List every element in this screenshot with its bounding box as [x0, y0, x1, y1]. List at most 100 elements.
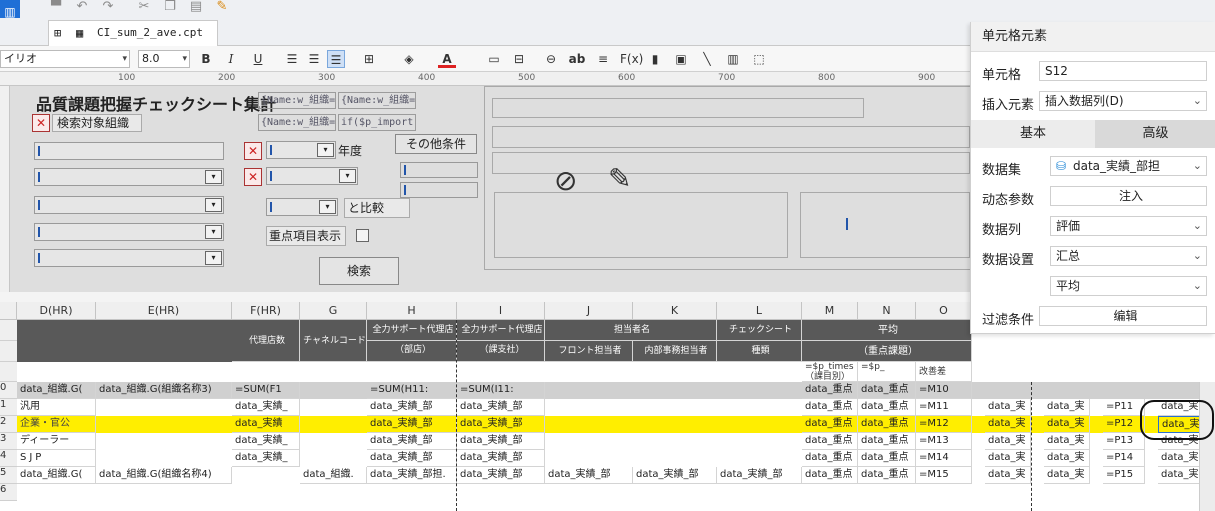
font-color-icon[interactable]: A [438, 50, 456, 68]
table-cell[interactable]: data_実績 [232, 416, 300, 433]
table-cell[interactable]: data_実績_ [232, 399, 300, 416]
header-cell[interactable]: （重点課題） [802, 341, 972, 362]
header-cell[interactable]: チェックシート [717, 320, 802, 341]
table-cell[interactable]: =M10 [916, 382, 972, 399]
edit-filter-button[interactable]: 编辑 [1039, 306, 1207, 326]
table-cell[interactable]: =M15 [916, 467, 972, 484]
table-cell[interactable]: data_重点 [802, 450, 858, 467]
column-header[interactable]: H [367, 302, 457, 320]
table-cell[interactable]: data_実績_部 [367, 399, 457, 416]
table-cell[interactable]: =SUM(F1 [232, 382, 300, 399]
column-header[interactable]: L [717, 302, 802, 320]
header-cell[interactable]: 内部事務担当者 [633, 341, 717, 362]
dataset-select[interactable]: ⛁ data_実績_部担 ⌄ [1050, 156, 1207, 176]
search-button[interactable]: 検索 [319, 257, 399, 285]
table-cell[interactable]: data_重点 [858, 467, 916, 484]
column-header[interactable]: K [633, 302, 717, 320]
table-cell[interactable]: data_組織.G(組織名称3) [96, 382, 232, 399]
other-conditions-button[interactable]: その他条件 [395, 134, 477, 154]
column-header[interactable]: N [858, 302, 916, 320]
table-cell[interactable]: 汎用 [17, 399, 96, 416]
table-cell[interactable]: ディーラー [17, 433, 96, 450]
tab-basic[interactable]: 基本 [971, 120, 1095, 148]
org-text-input[interactable] [34, 142, 224, 160]
undo-icon[interactable]: ↶ [74, 0, 90, 14]
table-cell[interactable]: data_重点 [858, 399, 916, 416]
pencil-icon[interactable]: ✎ [608, 162, 631, 195]
fill-color-icon[interactable]: ◈ [400, 50, 418, 68]
table-cell[interactable]: =M13 [916, 433, 972, 450]
merge-icon[interactable]: ▭ [485, 50, 503, 68]
table-cell[interactable]: data_実績_部 [457, 433, 545, 450]
header-cell[interactable]: （部店） [367, 341, 457, 362]
hidden-field[interactable] [400, 162, 478, 178]
insert-element-select[interactable]: 插入数据列(D) ⌄ [1039, 91, 1207, 111]
table-cell[interactable]: data_実績_部 [457, 416, 545, 433]
row-header[interactable]: 6 [0, 484, 17, 501]
formula-cell[interactable]: {Name:w_組織= [258, 92, 336, 109]
compare-combo[interactable]: ▾ [266, 167, 358, 185]
subreport-icon[interactable]: ▥ [724, 50, 742, 68]
formula-icon[interactable]: F(x) [620, 50, 643, 68]
column-select[interactable]: 評価 ⌄ [1050, 216, 1207, 236]
align-right-icon[interactable]: ☰ [327, 50, 345, 68]
table-cell[interactable]: data_実績_ [232, 450, 300, 467]
frame-icon[interactable]: ⬚ [750, 50, 768, 68]
tab-advanced[interactable]: 高级 [1095, 120, 1215, 148]
row-header[interactable]: 0 [0, 382, 17, 399]
eye-slash-icon[interactable]: ⊘ [554, 164, 577, 197]
save-icon[interactable]: ▀ [48, 0, 64, 14]
table-cell[interactable]: data_組織.G( [17, 467, 96, 484]
bold-button[interactable]: B [197, 50, 215, 68]
table-cell[interactable]: data_重点 [802, 416, 858, 433]
font-size-select[interactable]: 8.0 ▾ [138, 50, 190, 68]
align-center-icon[interactable]: ☰ [305, 50, 323, 68]
column-header[interactable]: J [545, 302, 633, 320]
table-cell[interactable]: =M11 [916, 399, 972, 416]
link-icon[interactable]: ⊖ [542, 50, 560, 68]
row-header[interactable] [0, 320, 17, 341]
aggregate-select[interactable]: 平均 ⌄ [1050, 276, 1207, 296]
table-cell[interactable]: data_組織. [300, 467, 367, 484]
table-cell[interactable]: data_実績_部担. [367, 467, 457, 484]
header-cell[interactable]: フロント担当者 [545, 341, 633, 362]
table-cell[interactable]: data_実績_部 [367, 450, 457, 467]
row-header[interactable] [0, 362, 17, 382]
table-cell[interactable]: data_実 [985, 433, 1031, 450]
table-cell[interactable]: data_実績_部 [457, 399, 545, 416]
table-cell[interactable]: data_重点 [802, 382, 858, 399]
header-cell[interactable]: 改善差 [916, 362, 972, 382]
table-cell[interactable]: data_実 [1044, 416, 1090, 433]
table-cell[interactable]: data_組織.G( [17, 382, 96, 399]
align-left-icon[interactable]: ☰ [283, 50, 301, 68]
table-cell[interactable]: data_実 [985, 450, 1031, 467]
image-icon[interactable]: ▣ [672, 50, 690, 68]
format-painter-icon[interactable]: ✎ [214, 0, 230, 14]
table-cell[interactable]: data_実 [1044, 433, 1090, 450]
table-cell[interactable]: data_重点 [858, 416, 916, 433]
table-cell[interactable]: data_実 [985, 416, 1031, 433]
header-cell[interactable]: 平均 [802, 320, 972, 341]
compare-year-combo[interactable]: ▾ [266, 198, 338, 216]
row-header[interactable]: 4 [0, 450, 17, 467]
header-cell[interactable]: 種類 [717, 341, 802, 362]
copy-icon[interactable]: ❐ [162, 0, 178, 14]
text-icon[interactable]: ab [568, 50, 586, 68]
split-icon[interactable]: ⊟ [510, 50, 528, 68]
row-header[interactable]: 3 [0, 433, 17, 450]
table-cell[interactable]: data_実績_部 [367, 416, 457, 433]
table-cell[interactable]: =P15 [1103, 467, 1145, 484]
table-cell[interactable]: data_実 [1044, 399, 1090, 416]
header-cell[interactable]: =$p_ [858, 362, 916, 382]
header-cell[interactable]: 担当者名 [545, 320, 717, 341]
underline-button[interactable]: U [249, 50, 267, 68]
column-header[interactable]: E(HR) [96, 302, 232, 320]
table-cell[interactable]: data_実績_部 [367, 433, 457, 450]
cell-name-input[interactable]: S12 [1039, 61, 1207, 81]
column-header[interactable]: I [457, 302, 545, 320]
formula-cell[interactable]: if($p_import [338, 114, 416, 131]
table-cell[interactable]: data_重点 [858, 433, 916, 450]
setting-select[interactable]: 汇总 ⌄ [1050, 246, 1207, 266]
header-cell[interactable]: 代理店数 [232, 320, 300, 362]
org-combo[interactable]: ▾ [34, 196, 224, 214]
